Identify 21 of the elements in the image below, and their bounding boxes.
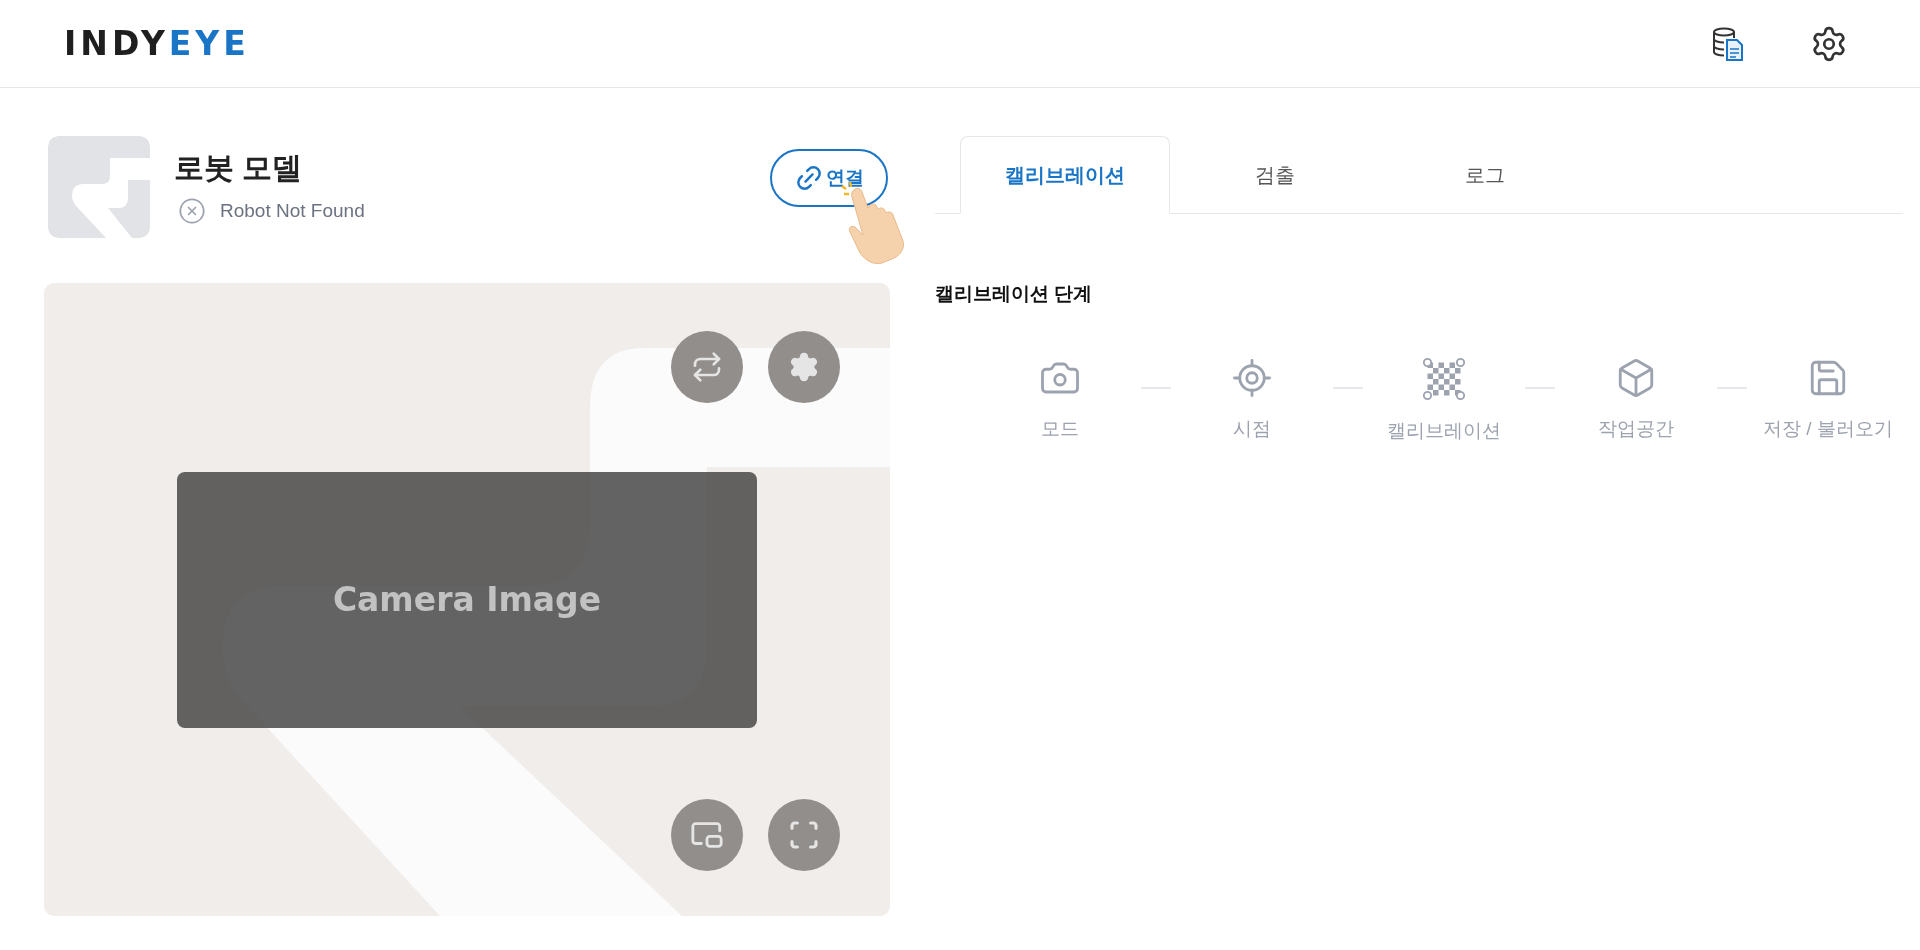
step-label: 시점 (1233, 416, 1271, 441)
checkerboard-icon (1422, 356, 1466, 401)
repeat-icon (691, 351, 723, 383)
step-label: 저장 / 불러오기 (1763, 416, 1893, 441)
fullscreen-icon (788, 819, 820, 851)
camera-placeholder-text: Camera Image (332, 579, 602, 622)
connect-button[interactable]: 연결 (770, 149, 888, 207)
robot-status: Robot Not Found (220, 198, 365, 223)
settings-icon[interactable] (1810, 24, 1848, 63)
tab[interactable]: 로그 (1380, 136, 1590, 214)
step-label: 작업공간 (1598, 416, 1674, 441)
database-document-icon[interactable] (1712, 26, 1744, 61)
section-title: 캘리브레이션 단계 (935, 282, 1094, 306)
tab[interactable]: 캘리브레이션 (960, 136, 1170, 214)
disconnected-icon (178, 196, 206, 225)
app-logo: INDYEYE (64, 27, 250, 60)
tab[interactable]: 검출 (1170, 136, 1380, 214)
step-label: 캘리브레이션 (1387, 418, 1501, 443)
step-label: 모드 (1041, 416, 1079, 441)
robot-model-title: 로봇 모델 (174, 150, 304, 186)
crosshair-icon (1231, 356, 1273, 399)
